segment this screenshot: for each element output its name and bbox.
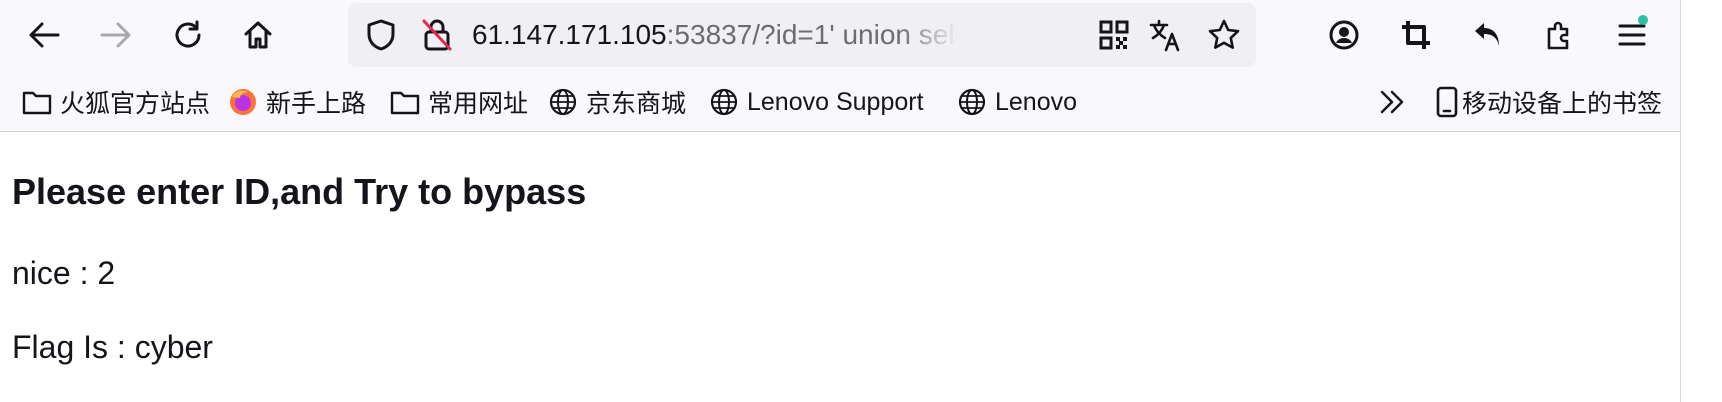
translate-icon[interactable] <box>1146 15 1186 55</box>
bookmark-label: Lenovo Support <box>747 87 924 116</box>
window-edge <box>1680 0 1722 402</box>
bookmark-item[interactable]: Lenovo <box>957 82 1077 122</box>
chevron-double-right-icon[interactable] <box>1374 84 1410 120</box>
crop-screenshot-icon[interactable] <box>1396 15 1436 55</box>
globe-icon <box>709 87 739 117</box>
extensions-puzzle-icon[interactable] <box>1540 15 1580 55</box>
update-notification-dot <box>1638 15 1648 25</box>
account-icon[interactable] <box>1324 15 1364 55</box>
bookmark-item[interactable]: 新手上路 <box>228 82 366 122</box>
mobile-bookmarks-label: 移动设备上的书签 <box>1462 90 1663 118</box>
globe-icon <box>957 87 987 117</box>
result-line-nice: nice : 2 <box>12 255 116 291</box>
insecure-lock-icon[interactable] <box>418 16 456 54</box>
forward-icon[interactable] <box>96 17 136 53</box>
back-icon[interactable] <box>24 17 64 53</box>
shield-icon[interactable] <box>362 16 400 54</box>
url-text[interactable]: 61.147.171.105:53837/?id=1' union select… <box>472 3 958 67</box>
reload-icon[interactable] <box>168 15 208 55</box>
navigation-toolbar: 61.147.171.105:53837/?id=1' union select… <box>0 0 1680 70</box>
mobile-device-icon <box>1434 85 1460 119</box>
globe-icon <box>548 87 578 117</box>
bookmark-label: 常用网址 <box>428 90 529 118</box>
qr-code-icon[interactable] <box>1096 17 1132 53</box>
bookmark-item[interactable]: 京东商城 <box>548 82 686 122</box>
bookmark-item[interactable]: 火狐官方站点 <box>22 82 210 122</box>
undo-icon[interactable] <box>1468 15 1508 55</box>
result-line-flag: Flag Is : cyber <box>12 329 213 365</box>
bookmark-item[interactable]: Lenovo Support <box>709 82 924 122</box>
bookmark-label: 京东商城 <box>586 90 687 118</box>
star-bookmark-icon[interactable] <box>1204 15 1244 55</box>
url-path: :53837/?id=1' union select 2,group_conca… <box>666 19 958 50</box>
folder-icon <box>390 87 420 117</box>
home-icon[interactable] <box>238 15 278 55</box>
url-bar[interactable]: 61.147.171.105:53837/?id=1' union select… <box>348 3 1256 67</box>
firefox-logo-icon <box>228 87 258 117</box>
bookmarks-toolbar: 火狐官方站点 新手上路 常用网址 京东商城 Lenovo Support Len… <box>0 82 1680 122</box>
browser-chrome: 61.147.171.105:53837/?id=1' union select… <box>0 0 1680 132</box>
url-host: 61.147.171.105 <box>472 19 667 50</box>
mobile-bookmarks-button[interactable]: 移动设备上的书签 <box>1434 82 1662 122</box>
folder-icon <box>22 87 52 117</box>
bookmark-label: Lenovo <box>995 87 1078 116</box>
bookmark-label: 火狐官方站点 <box>60 90 211 118</box>
page-heading: Please enter ID,and Try to bypass <box>12 171 587 212</box>
bookmark-label: 新手上路 <box>266 90 367 118</box>
bookmark-item[interactable]: 常用网址 <box>390 82 528 122</box>
